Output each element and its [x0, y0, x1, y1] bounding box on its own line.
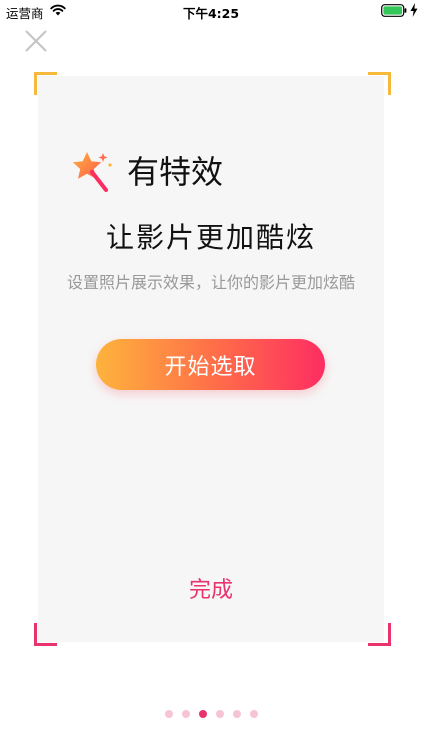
start-select-button[interactable]: 开始选取: [96, 339, 325, 390]
frame-corner-bottom-left: [34, 623, 57, 646]
page-dot[interactable]: [198, 710, 207, 718]
feature-title: 有特效: [127, 153, 224, 191]
page-dot[interactable]: [164, 710, 173, 718]
page-dot[interactable]: [232, 710, 241, 718]
done-button[interactable]: 完成: [0, 573, 422, 609]
frame-corner-top-right: [368, 72, 391, 95]
headline: 让影片更加酷炫: [105, 221, 316, 254]
page-dot[interactable]: [215, 710, 224, 718]
description: 设置照片展示效果，让你的影片更加炫酷: [66, 273, 355, 292]
page-dot[interactable]: [181, 710, 190, 718]
status-time: 下午4:25: [182, 6, 240, 21]
magic-wand-icon: [72, 152, 112, 192]
close-icon: [25, 30, 47, 52]
close-button[interactable]: [23, 28, 49, 54]
frame-corner-bottom-right: [368, 623, 391, 646]
charging-icon: [410, 3, 418, 17]
status-bar: 运营商 下午4:25: [0, 0, 422, 22]
page-indicator: [0, 710, 422, 718]
onboarding-screen: 运营商 下午4:25 有特效 让影片更加酷炫 设置照片展示效果，让你的影片更加炫…: [0, 0, 422, 750]
battery-icon: [381, 4, 407, 17]
page-dot[interactable]: [249, 710, 258, 718]
frame-corner-top-left: [34, 72, 57, 95]
